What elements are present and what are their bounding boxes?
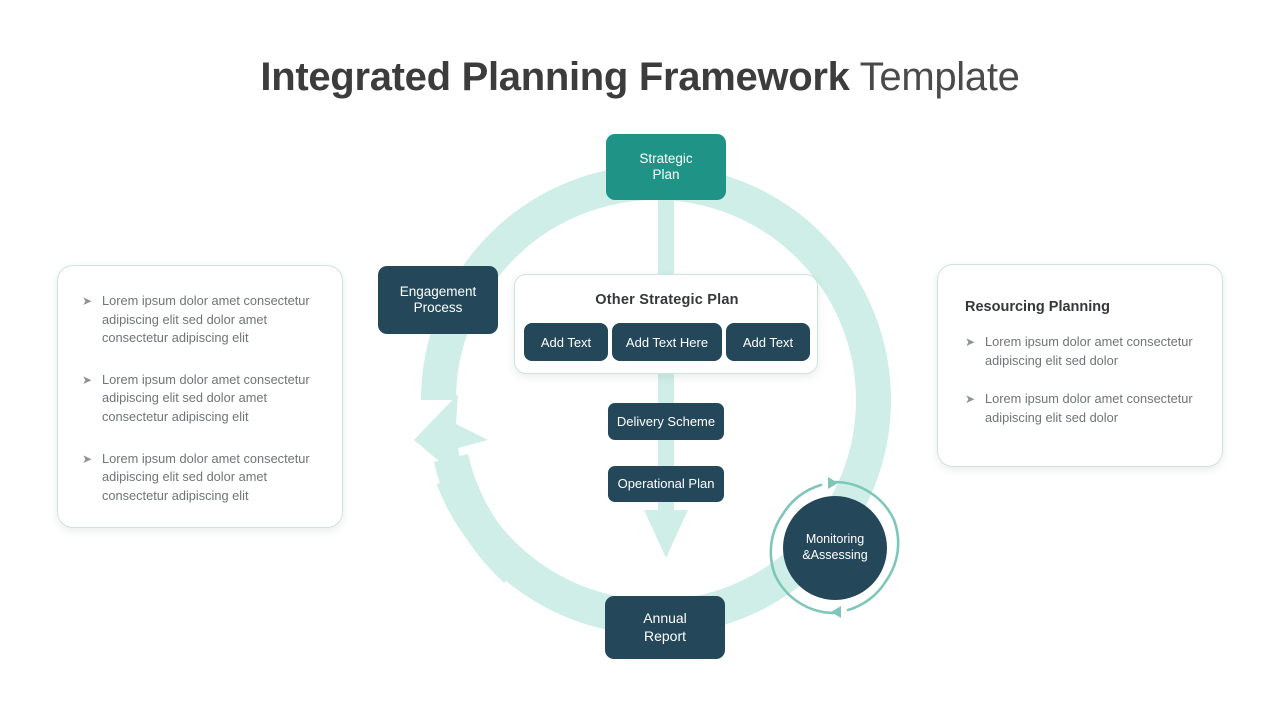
right-info-card: Resourcing Planning ➤ Lorem ipsum dolor … — [937, 264, 1223, 467]
left-info-card: ➤ Lorem ipsum dolor amet consectetur adi… — [57, 265, 343, 528]
list-item: ➤ Lorem ipsum dolor amet consectetur adi… — [82, 371, 332, 427]
arrow-bullet-icon: ➤ — [82, 294, 93, 308]
node-delivery-scheme[interactable]: Delivery Scheme — [608, 403, 724, 440]
other-strategic-plan-card: Other Strategic Plan Add Text Add Text H… — [514, 274, 818, 374]
page-title-light: Template — [849, 55, 1020, 99]
node-monitoring-line1: Monitoring — [805, 532, 865, 547]
node-delivery-scheme-label: Delivery Scheme — [616, 413, 716, 429]
list-item: ➤ Lorem ipsum dolor amet consectetur adi… — [82, 450, 332, 506]
arrow-bullet-icon: ➤ — [965, 335, 976, 349]
list-item: ➤ Lorem ipsum dolor amet consectetur adi… — [82, 292, 332, 348]
node-annual-report[interactable]: Annual Report — [605, 596, 725, 659]
flow-down-arrow — [644, 186, 688, 558]
node-strategic-plan[interactable]: Strategic Plan — [606, 134, 726, 200]
list-item-text: Lorem ipsum dolor amet consectetur adipi… — [102, 450, 310, 503]
node-engagement-process-line1: Engagement — [399, 283, 477, 299]
node-operational-plan-label: Operational Plan — [617, 476, 715, 492]
center-card-title: Other Strategic Plan — [595, 292, 739, 308]
list-item: ➤ Lorem ipsum dolor amet consectetur adi… — [965, 390, 1205, 427]
arrow-bullet-icon: ➤ — [82, 372, 93, 387]
arrow-bullet-icon: ➤ — [82, 451, 93, 466]
left-card-bullet-list: ➤ Lorem ipsum dolor amet consectetur adi… — [82, 292, 332, 505]
page-title-bold: Integrated Planning Framework — [260, 55, 850, 99]
node-engagement-process-line2: Process — [413, 300, 463, 315]
add-text-here-button[interactable]: Add Text Here — [612, 323, 722, 361]
node-strategic-plan-line1: Strategic — [639, 150, 693, 166]
right-card-title: Resourcing Planning — [965, 299, 1111, 315]
node-operational-plan[interactable]: Operational Plan — [608, 466, 724, 502]
node-strategic-plan-line2: Plan — [652, 167, 680, 182]
list-item-text: Lorem ipsum dolor amet consectetur adipi… — [102, 371, 310, 424]
right-card-bullet-list: ➤ Lorem ipsum dolor amet consectetur adi… — [965, 333, 1205, 447]
node-engagement-process[interactable]: Engagement Process — [378, 266, 498, 334]
list-item-text: Lorem ipsum dolor amet consectetur adipi… — [102, 293, 310, 346]
add-text-button-1[interactable]: Add Text — [524, 323, 608, 361]
page-title: Integrated Planning Framework Template — [0, 48, 1280, 106]
node-monitoring-assessing[interactable]: Monitoring &Assessing — [762, 475, 907, 620]
node-monitoring-line2: &Assessing — [802, 548, 868, 562]
list-item: ➤ Lorem ipsum dolor amet consectetur adi… — [965, 333, 1205, 370]
node-annual-report-line2: Report — [643, 627, 687, 644]
monitoring-assessing-label: Monitoring &Assessing — [783, 496, 887, 600]
node-annual-report-line1: Annual — [643, 610, 687, 627]
center-card-button-group: Add Text Add Text Here Add Text — [524, 323, 810, 361]
arrow-bullet-icon: ➤ — [965, 392, 976, 407]
slide-canvas: Integrated Planning Framework Template S… — [0, 0, 1280, 720]
add-text-button-2[interactable]: Add Text — [726, 323, 810, 361]
list-item-text: Lorem ipsum dolor amet consectetur adipi… — [985, 391, 1193, 425]
list-item-text: Lorem ipsum dolor amet consectetur adipi… — [985, 334, 1193, 368]
